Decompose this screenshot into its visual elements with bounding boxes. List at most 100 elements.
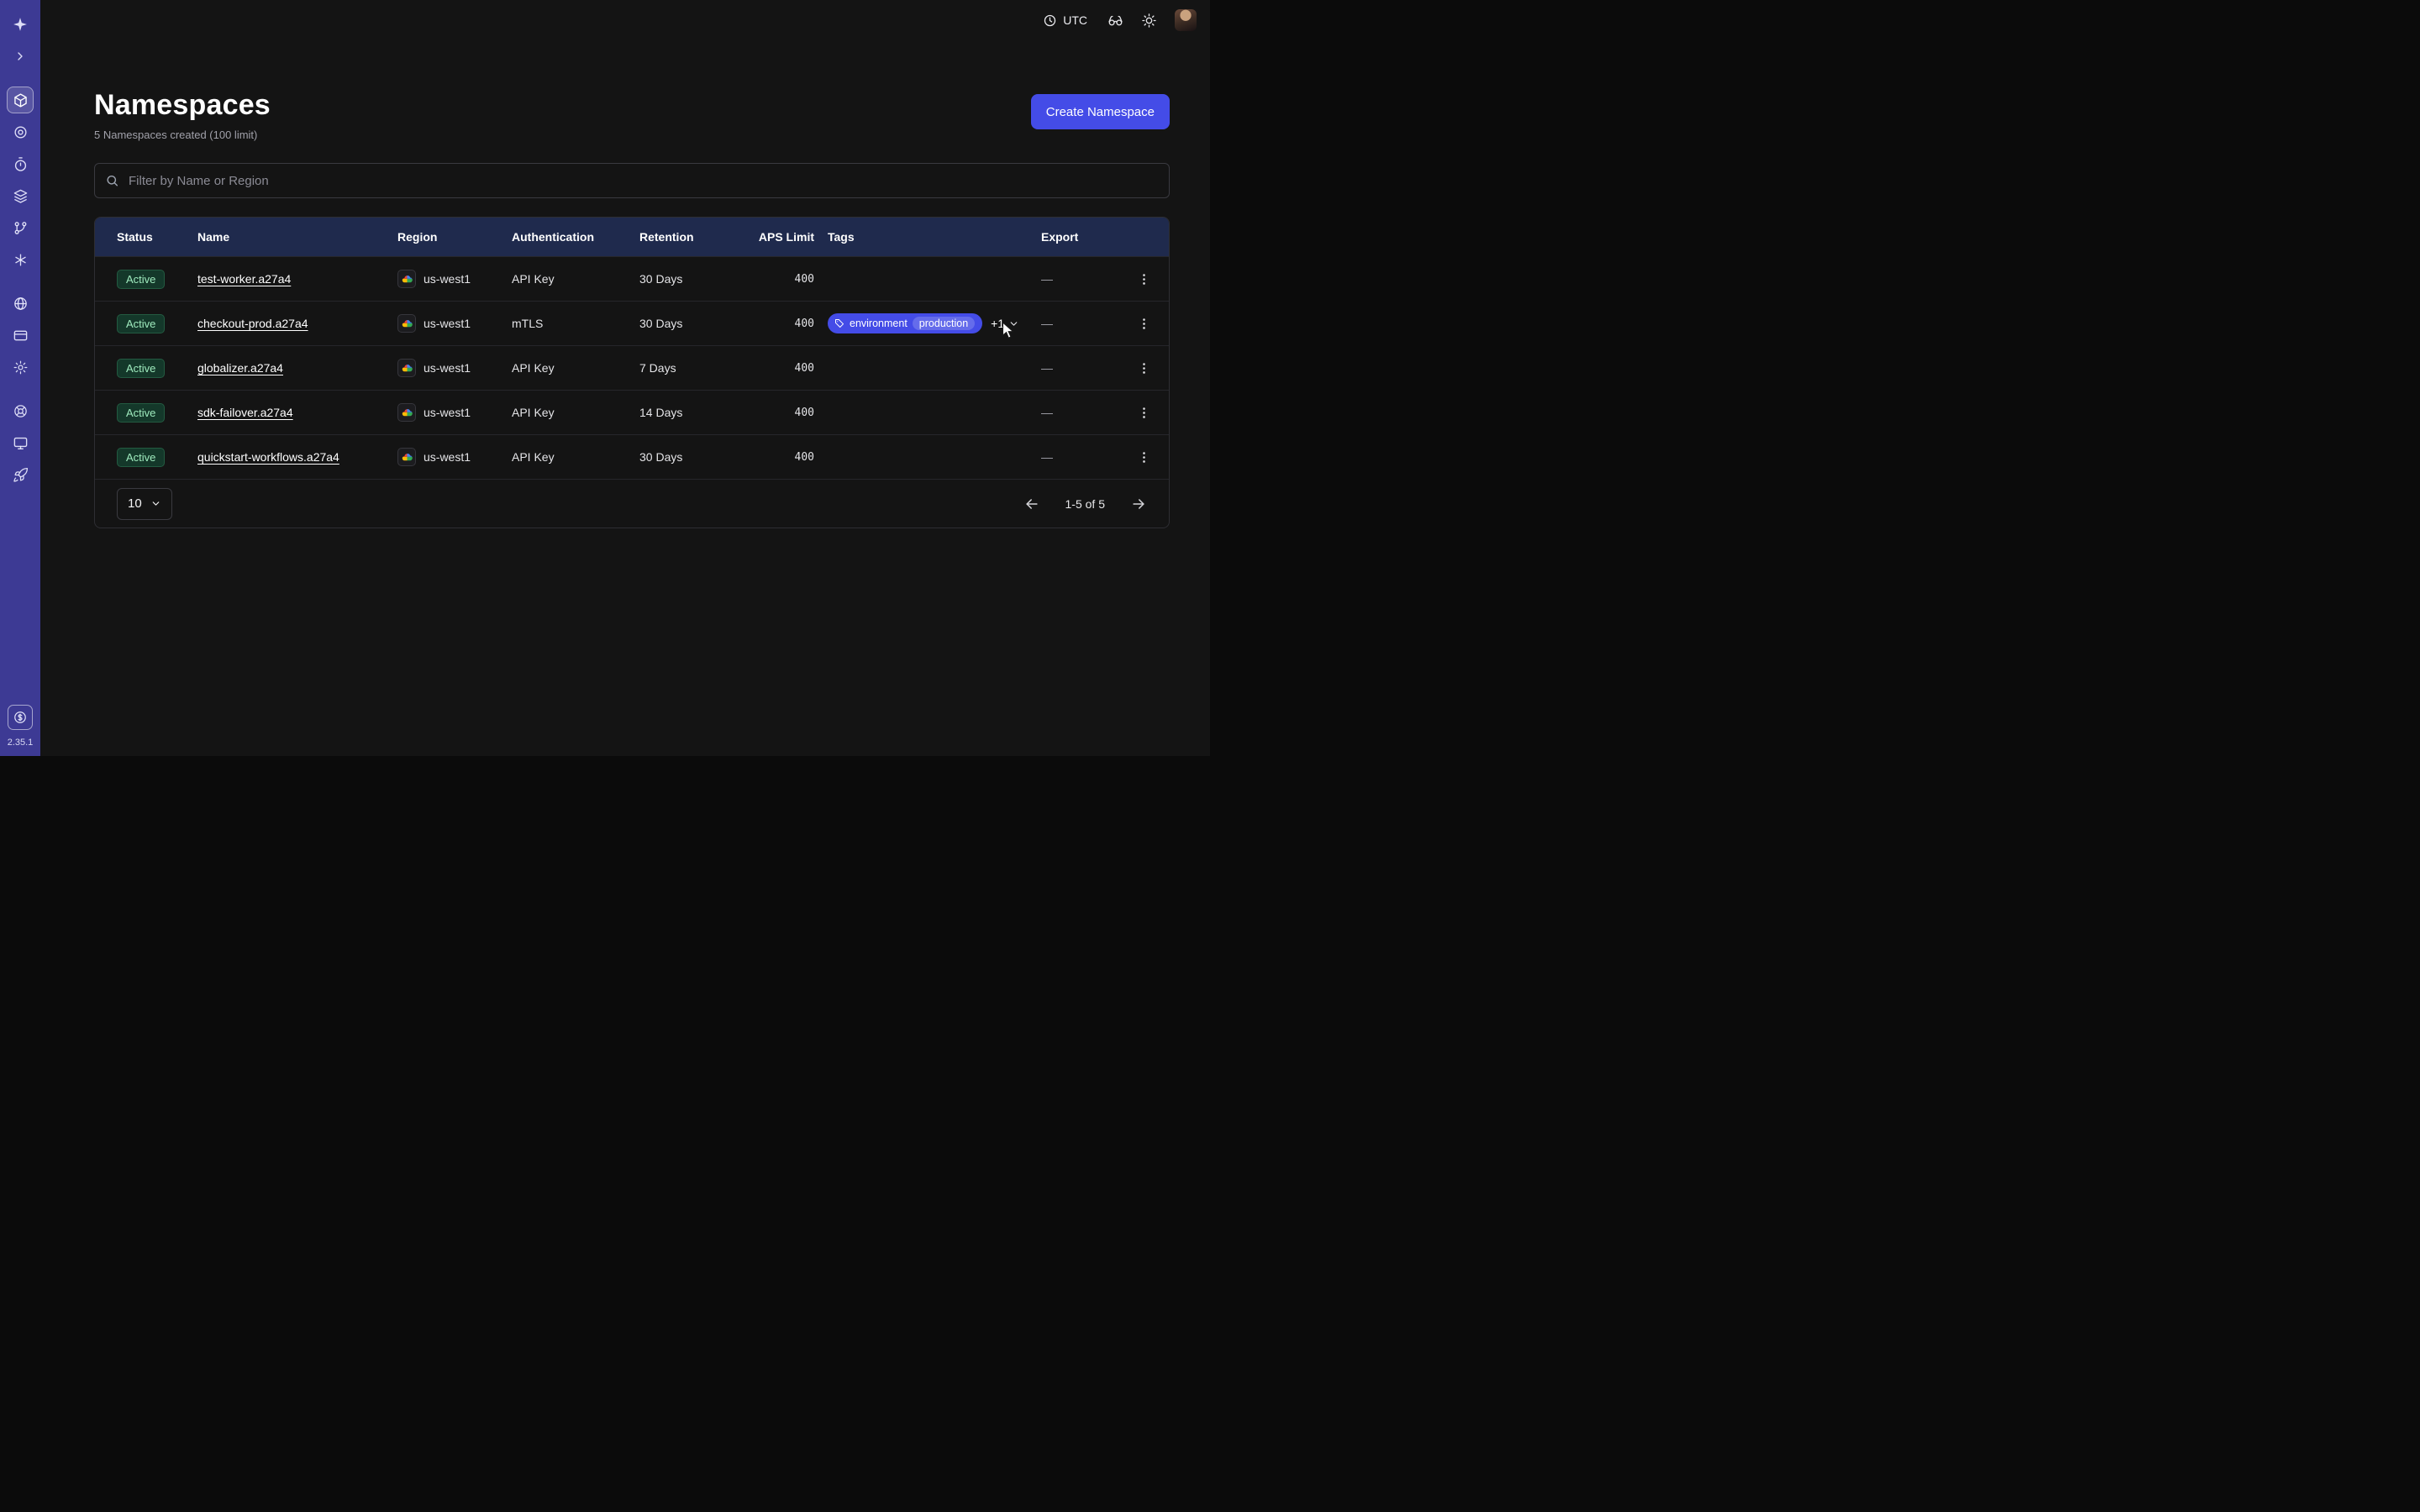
sidebar-item-target[interactable]	[7, 118, 34, 145]
column-header-name: Name	[197, 230, 397, 244]
table-footer: 10 1-5 of 5	[95, 479, 1169, 528]
clock-icon	[1043, 13, 1057, 28]
region-label: us-west1	[424, 361, 471, 375]
create-namespace-button[interactable]: Create Namespace	[1031, 94, 1170, 129]
tag-icon	[834, 318, 844, 328]
rocket-icon	[13, 467, 29, 483]
temporal-logo[interactable]	[7, 11, 34, 38]
namespace-link[interactable]: checkout-prod.a27a4	[197, 317, 308, 330]
asterisk-icon	[13, 252, 29, 268]
row-actions-button[interactable]	[1130, 265, 1157, 292]
kebab-menu-icon	[1137, 317, 1151, 331]
table-row: Active checkout-prod.a27a4 us-west1 mTLS…	[95, 301, 1169, 345]
region-label: us-west1	[424, 317, 471, 330]
next-page-button[interactable]	[1127, 492, 1150, 516]
main-content: Namespaces 5 Namespaces created (100 lim…	[40, 40, 1210, 756]
sidebar-item-billing[interactable]	[7, 322, 34, 349]
sidebar-item-settings[interactable]	[7, 354, 34, 381]
page-subtitle: 5 Namespaces created (100 limit)	[94, 129, 271, 141]
sidebar-item-batch[interactable]	[7, 214, 34, 241]
sidebar-item-nexus[interactable]	[7, 246, 34, 273]
namespace-link[interactable]: sdk-failover.a27a4	[197, 406, 293, 419]
sidebar-item-getting-started[interactable]	[7, 461, 34, 488]
timezone-selector[interactable]: UTC	[1034, 8, 1096, 33]
gear-icon	[13, 360, 29, 375]
tags-more-count[interactable]: +1	[991, 317, 1004, 330]
region-label: us-west1	[424, 406, 471, 419]
layers-icon	[13, 188, 29, 204]
column-header-status: Status	[117, 230, 197, 244]
table-row: Active test-worker.a27a4 us-west1 API Ke…	[95, 256, 1169, 301]
tag-value: production	[913, 317, 975, 330]
sun-icon	[1141, 13, 1157, 29]
tag-pill[interactable]: environment production	[828, 313, 982, 333]
table-row: Active globalizer.a27a4 us-west1 API Key…	[95, 345, 1169, 390]
column-header-authentication: Authentication	[512, 230, 639, 244]
usage-button[interactable]	[8, 705, 33, 730]
pager: 1-5 of 5	[1020, 492, 1150, 516]
tags-expand-chevron-icon[interactable]	[1008, 318, 1019, 329]
status-badge: Active	[117, 403, 165, 423]
row-actions-button[interactable]	[1130, 399, 1157, 426]
export-value: —	[1041, 317, 1125, 330]
page-size-select[interactable]: 10	[117, 488, 172, 520]
auth-label: API Key	[512, 450, 639, 464]
column-header-retention: Retention	[639, 230, 740, 244]
auth-label: mTLS	[512, 317, 639, 330]
retention-label: 30 Days	[639, 450, 740, 464]
page-size-value: 10	[128, 496, 142, 511]
sidebar-item-regions[interactable]	[7, 290, 34, 317]
target-icon	[13, 124, 29, 140]
search-icon	[105, 174, 119, 188]
search-input[interactable]	[94, 163, 1170, 198]
theme-toggle[interactable]	[1134, 6, 1163, 34]
google-cloud-icon	[397, 359, 416, 377]
export-value: —	[1041, 406, 1125, 419]
chevron-down-icon	[150, 498, 161, 509]
dollar-circle-icon	[13, 710, 28, 725]
credit-card-icon	[13, 328, 29, 344]
status-badge: Active	[117, 359, 165, 378]
export-value: —	[1041, 272, 1125, 286]
namespace-link[interactable]: quickstart-workflows.a27a4	[197, 450, 339, 464]
column-header-tags: Tags	[814, 230, 1041, 244]
aps-limit-value: 400	[740, 407, 814, 419]
tags-group: environment production +1	[828, 313, 1019, 333]
prev-page-button[interactable]	[1020, 492, 1044, 516]
retention-label: 30 Days	[639, 272, 740, 286]
row-actions-button[interactable]	[1130, 354, 1157, 381]
region-label: us-west1	[424, 272, 471, 286]
sidebar-item-schedules[interactable]	[7, 150, 34, 177]
stopwatch-icon	[13, 156, 29, 172]
sidebar-item-docs[interactable]	[7, 429, 34, 456]
sidebar-item-deployments[interactable]	[7, 182, 34, 209]
globe-icon	[13, 296, 29, 312]
codec-server-button[interactable]	[1101, 6, 1129, 34]
status-badge: Active	[117, 314, 165, 333]
google-cloud-icon	[397, 448, 416, 466]
sidebar-item-namespaces[interactable]	[7, 87, 34, 113]
retention-label: 30 Days	[639, 317, 740, 330]
status-badge: Active	[117, 448, 165, 467]
namespace-link[interactable]: globalizer.a27a4	[197, 361, 283, 375]
arrow-left-icon	[1023, 496, 1040, 512]
kebab-menu-icon	[1137, 406, 1151, 420]
namespace-link[interactable]: test-worker.a27a4	[197, 272, 291, 286]
column-header-export: Export	[1041, 230, 1125, 244]
row-actions-button[interactable]	[1130, 310, 1157, 337]
pagination-range-label: 1-5 of 5	[1065, 497, 1105, 511]
kebab-menu-icon	[1137, 361, 1151, 375]
kebab-menu-icon	[1137, 450, 1151, 465]
git-branch-icon	[13, 220, 29, 236]
google-cloud-icon	[397, 403, 416, 422]
monitor-icon	[13, 435, 29, 451]
avatar[interactable]	[1175, 9, 1197, 31]
row-actions-button[interactable]	[1130, 444, 1157, 470]
status-badge: Active	[117, 270, 165, 289]
app-window: 2.35.1 UTC Namespaces 5 Namespaces creat…	[0, 0, 1210, 756]
sidebar-item-support[interactable]	[7, 397, 34, 424]
table-body: Active test-worker.a27a4 us-west1 API Ke…	[95, 256, 1169, 479]
column-header-aps-limit: APS Limit	[740, 230, 814, 244]
sidebar-collapse-toggle[interactable]	[7, 43, 34, 70]
chevron-right-icon	[13, 50, 27, 63]
